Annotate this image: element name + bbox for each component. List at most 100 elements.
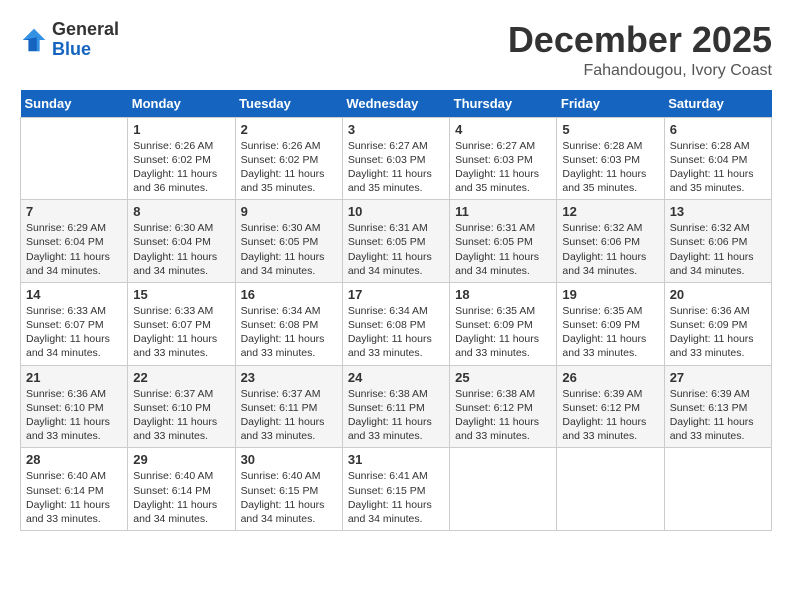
day-info: Sunrise: 6:29 AMSunset: 6:04 PMDaylight:…: [26, 221, 122, 278]
month-year-title: December 2025: [508, 20, 772, 60]
day-number: 1: [133, 122, 229, 137]
day-number: 14: [26, 287, 122, 302]
day-cell: 5 Sunrise: 6:28 AMSunset: 6:03 PMDaylight…: [557, 117, 664, 200]
day-info: Sunrise: 6:30 AMSunset: 6:05 PMDaylight:…: [241, 221, 337, 278]
day-number: 28: [26, 452, 122, 467]
day-number: 17: [348, 287, 444, 302]
page-header: General Blue December 2025 Fahandougou, …: [20, 20, 772, 80]
logo-icon: [20, 26, 48, 54]
day-info: Sunrise: 6:28 AMSunset: 6:04 PMDaylight:…: [670, 139, 766, 196]
day-info: Sunrise: 6:35 AMSunset: 6:09 PMDaylight:…: [455, 304, 551, 361]
day-number: 2: [241, 122, 337, 137]
day-cell: 4Sunrise: 6:27 AMSunset: 6:03 PMDaylight…: [450, 117, 557, 200]
day-cell: 23Sunrise: 6:37 AMSunset: 6:11 PMDayligh…: [235, 365, 342, 448]
day-number: 11: [455, 204, 551, 219]
day-cell: [450, 448, 557, 531]
week-row-5: 28 Sunrise: 6:40 AMSunset: 6:14 PMDayligh…: [21, 448, 772, 531]
day-info: Sunrise: 6:28 AMSunset: 6:03 PMDaylight:…: [562, 139, 658, 196]
day-number: 16: [241, 287, 337, 302]
location-subtitle: Fahandougou, Ivory Coast: [508, 62, 772, 80]
day-cell: 7Sunrise: 6:29 AMSunset: 6:04 PMDaylight…: [21, 200, 128, 283]
day-info: Sunrise: 6:41 AMSunset: 6:15 PMDaylight:…: [348, 469, 444, 526]
day-cell: 2 Sunrise: 6:26 AMSunset: 6:02 PMDaylight…: [235, 117, 342, 200]
day-cell: 25Sunrise: 6:38 AMSunset: 6:12 PMDayligh…: [450, 365, 557, 448]
day-number: 15: [133, 287, 229, 302]
day-info: Sunrise: 6:36 AMSunset: 6:10 PMDaylight:…: [26, 387, 122, 444]
day-cell: [21, 117, 128, 200]
day-info: Sunrise: 6:38 AMSunset: 6:11 PMDaylight:…: [348, 387, 444, 444]
day-number: 26: [562, 370, 658, 385]
day-info: Sunrise: 6:37 AMSunset: 6:10 PMDaylight:…: [133, 387, 229, 444]
day-info: Sunrise: 6:34 AMSunset: 6:08 PMDaylight:…: [348, 304, 444, 361]
day-number: 10: [348, 204, 444, 219]
weekday-header-sunday: Sunday: [21, 90, 128, 118]
day-cell: 26 Sunrise: 6:39 AMSunset: 6:12 PMDayligh…: [557, 365, 664, 448]
logo-blue-text: Blue: [52, 40, 119, 60]
day-number: 27: [670, 370, 766, 385]
day-cell: 28 Sunrise: 6:40 AMSunset: 6:14 PMDayligh…: [21, 448, 128, 531]
day-info: Sunrise: 6:32 AMSunset: 6:06 PMDaylight:…: [562, 221, 658, 278]
weekday-header-friday: Friday: [557, 90, 664, 118]
day-cell: 31 Sunrise: 6:41 AMSunset: 6:15 PMDayligh…: [342, 448, 449, 531]
day-cell: 17 Sunrise: 6:34 AMSunset: 6:08 PMDayligh…: [342, 282, 449, 365]
day-number: 24: [348, 370, 444, 385]
day-number: 13: [670, 204, 766, 219]
day-cell: 1 Sunrise: 6:26 AMSunset: 6:02 PMDaylight…: [128, 117, 235, 200]
day-info: Sunrise: 6:31 AMSunset: 6:05 PMDaylight:…: [455, 221, 551, 278]
day-info: Sunrise: 6:26 AMSunset: 6:02 PMDaylight:…: [241, 139, 337, 196]
day-number: 12: [562, 204, 658, 219]
weekday-header-monday: Monday: [128, 90, 235, 118]
day-info: Sunrise: 6:30 AMSunset: 6:04 PMDaylight:…: [133, 221, 229, 278]
day-number: 8: [133, 204, 229, 219]
day-number: 22: [133, 370, 229, 385]
day-number: 25: [455, 370, 551, 385]
day-number: 19: [562, 287, 658, 302]
weekday-header-saturday: Saturday: [664, 90, 771, 118]
day-info: Sunrise: 6:34 AMSunset: 6:08 PMDaylight:…: [241, 304, 337, 361]
day-number: 9: [241, 204, 337, 219]
day-cell: 16 Sunrise: 6:34 AMSunset: 6:08 PMDayligh…: [235, 282, 342, 365]
day-cell: 10 Sunrise: 6:31 AMSunset: 6:05 PMDayligh…: [342, 200, 449, 283]
day-info: Sunrise: 6:26 AMSunset: 6:02 PMDaylight:…: [133, 139, 229, 196]
day-cell: 8 Sunrise: 6:30 AMSunset: 6:04 PMDaylight…: [128, 200, 235, 283]
day-number: 30: [241, 452, 337, 467]
day-number: 31: [348, 452, 444, 467]
day-info: Sunrise: 6:40 AMSunset: 6:15 PMDaylight:…: [241, 469, 337, 526]
logo-text: General Blue: [52, 20, 119, 60]
day-cell: 20 Sunrise: 6:36 AMSunset: 6:09 PMDayligh…: [664, 282, 771, 365]
day-cell: 3Sunrise: 6:27 AMSunset: 6:03 PMDaylight…: [342, 117, 449, 200]
day-number: 3: [348, 122, 444, 137]
week-row-4: 21Sunrise: 6:36 AMSunset: 6:10 PMDayligh…: [21, 365, 772, 448]
logo-general-text: General: [52, 20, 119, 40]
title-block: December 2025 Fahandougou, Ivory Coast: [508, 20, 772, 80]
day-cell: 21Sunrise: 6:36 AMSunset: 6:10 PMDayligh…: [21, 365, 128, 448]
weekday-header-thursday: Thursday: [450, 90, 557, 118]
day-cell: 19 Sunrise: 6:35 AMSunset: 6:09 PMDayligh…: [557, 282, 664, 365]
day-info: Sunrise: 6:40 AMSunset: 6:14 PMDaylight:…: [26, 469, 122, 526]
day-info: Sunrise: 6:31 AMSunset: 6:05 PMDaylight:…: [348, 221, 444, 278]
day-cell: 22 Sunrise: 6:37 AMSunset: 6:10 PMDayligh…: [128, 365, 235, 448]
day-info: Sunrise: 6:35 AMSunset: 6:09 PMDaylight:…: [562, 304, 658, 361]
day-info: Sunrise: 6:33 AMSunset: 6:07 PMDaylight:…: [26, 304, 122, 361]
day-cell: 18 Sunrise: 6:35 AMSunset: 6:09 PMDayligh…: [450, 282, 557, 365]
day-cell: 12 Sunrise: 6:32 AMSunset: 6:06 PMDayligh…: [557, 200, 664, 283]
day-number: 5: [562, 122, 658, 137]
week-row-3: 14 Sunrise: 6:33 AMSunset: 6:07 PMDayligh…: [21, 282, 772, 365]
day-number: 6: [670, 122, 766, 137]
day-info: Sunrise: 6:32 AMSunset: 6:06 PMDaylight:…: [670, 221, 766, 278]
day-number: 18: [455, 287, 551, 302]
day-cell: 13 Sunrise: 6:32 AMSunset: 6:06 PMDayligh…: [664, 200, 771, 283]
day-info: Sunrise: 6:39 AMSunset: 6:12 PMDaylight:…: [562, 387, 658, 444]
weekday-header-tuesday: Tuesday: [235, 90, 342, 118]
day-cell: [557, 448, 664, 531]
week-row-1: 1 Sunrise: 6:26 AMSunset: 6:02 PMDaylight…: [21, 117, 772, 200]
day-info: Sunrise: 6:39 AMSunset: 6:13 PMDaylight:…: [670, 387, 766, 444]
week-row-2: 7Sunrise: 6:29 AMSunset: 6:04 PMDaylight…: [21, 200, 772, 283]
day-cell: 30 Sunrise: 6:40 AMSunset: 6:15 PMDayligh…: [235, 448, 342, 531]
day-number: 20: [670, 287, 766, 302]
logo: General Blue: [20, 20, 119, 60]
day-number: 4: [455, 122, 551, 137]
day-cell: [664, 448, 771, 531]
day-number: 29: [133, 452, 229, 467]
day-info: Sunrise: 6:36 AMSunset: 6:09 PMDaylight:…: [670, 304, 766, 361]
